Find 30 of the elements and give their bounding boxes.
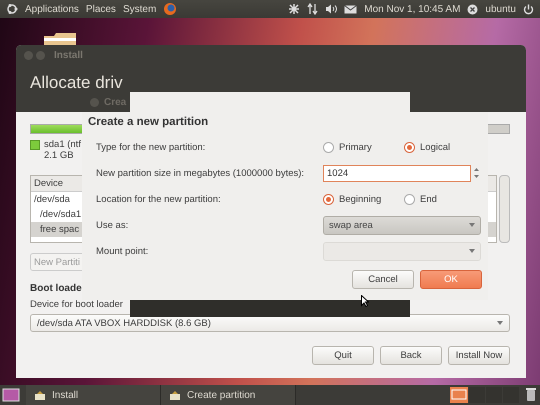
taskbar-button[interactable]: Install	[26, 385, 161, 405]
legend-size: 2.1 GB	[44, 150, 75, 161]
radio-option[interactable]: Primary	[323, 142, 404, 152]
menu-item[interactable]: Places	[86, 4, 116, 14]
clock[interactable]: Mon Nov 1, 10:45 AM	[364, 4, 460, 14]
size-input[interactable]: 1024	[323, 164, 471, 182]
dialog-heading: Create a new partition	[88, 116, 210, 128]
dialog-button[interactable]: Cancel	[352, 270, 414, 289]
legend-name: sda1 (ntf	[44, 139, 81, 150]
window-title: Install	[54, 50, 83, 60]
action-button[interactable]: Quit	[312, 346, 374, 365]
user-name[interactable]: ubuntu	[485, 4, 516, 14]
field-label: Device for boot loader	[30, 299, 123, 310]
field-label: New partition size in megabytes (1000000 bytes):	[96, 168, 304, 178]
radio-option[interactable]: Beginning	[323, 194, 404, 204]
menu-item[interactable]: Applications	[25, 4, 79, 14]
radio-option[interactable]: Logical	[404, 142, 485, 152]
field-label: Use as:	[96, 220, 128, 230]
boot-device-select[interactable]: /dev/sda ATA VBOX HARDDISK (8.6 GB)	[30, 314, 510, 332]
action-button[interactable]: Back	[380, 346, 442, 365]
page-heading: Allocate driv	[30, 73, 124, 93]
action-button[interactable]: Install Now	[448, 346, 510, 365]
taskbar-button[interactable]: Create partition	[161, 385, 296, 405]
field-label: Type for the new partition:	[96, 142, 206, 152]
menu-item[interactable]: System	[122, 4, 156, 14]
radio-option[interactable]: End	[404, 194, 485, 204]
section-heading: Boot loade	[30, 283, 83, 294]
dropdown[interactable]: swap area	[323, 216, 481, 234]
field-label: Location for the new partition:	[96, 194, 221, 204]
field-label: Mount point:	[96, 246, 148, 256]
